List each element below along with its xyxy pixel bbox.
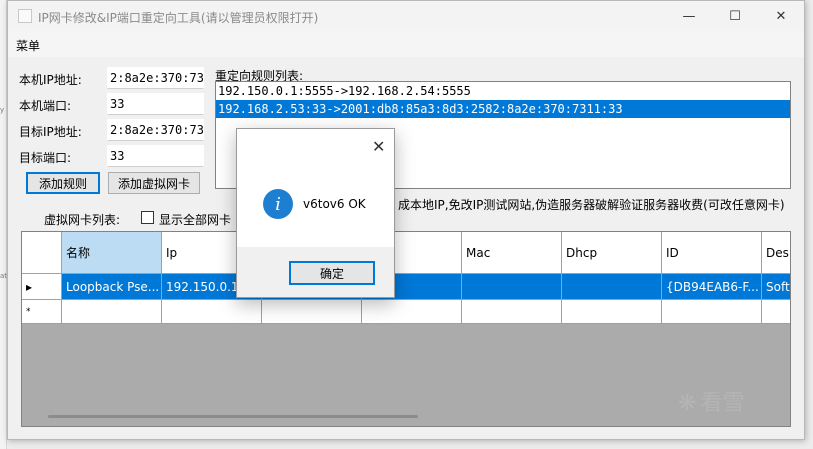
table-cell-name[interactable]: Loopback Pse...: [62, 274, 162, 300]
menu-item-menu[interactable]: 菜单: [16, 37, 40, 54]
main-window: IP网卡修改&IP端口重定向工具(请以管理员权限打开) — ☐ ✕ 菜单 本机I…: [7, 0, 805, 440]
list-item-selected[interactable]: 192.168.2.53:33->2001:db8:85a3:8d3:2582:…: [216, 100, 790, 118]
new-row-icon: *: [26, 307, 31, 317]
column-header-dhcp[interactable]: Dhcp: [562, 232, 662, 274]
new-row-cell[interactable]: [462, 300, 562, 324]
ok-button[interactable]: 确定: [289, 261, 375, 285]
app-icon: [18, 9, 32, 23]
local-ip-input[interactable]: 2:8a2e:370:7311: [107, 67, 204, 89]
new-row-cell[interactable]: [562, 300, 662, 324]
column-header-id[interactable]: ID: [662, 232, 762, 274]
show-all-nics-label: 显示全部网卡: [159, 213, 232, 227]
edge-text-b: at: [0, 272, 8, 280]
minimize-icon: —: [682, 8, 696, 24]
snowflake-icon: ❋: [678, 391, 697, 416]
table-cell-id[interactable]: {DB94EAB6-F...: [662, 274, 762, 300]
description-text: 成本地IP,免改IP测试网站,伪造服务器破解验证服务器收费(可改任意网卡): [398, 198, 785, 212]
column-header-mac[interactable]: Mac: [462, 232, 562, 274]
current-row-icon: ▸: [26, 280, 33, 294]
dialog-message: v6tov6 OK: [303, 197, 366, 211]
info-icon-glyph: i: [275, 193, 281, 215]
target-ip-label: 目标IP地址:: [19, 125, 82, 139]
virtual-nic-grid[interactable]: 名称 Ip Mac Dhcp ID Des ▸ Loopback Pse... …: [21, 231, 791, 427]
new-row-cell[interactable]: [762, 300, 790, 324]
maximize-button[interactable]: ☐: [712, 1, 758, 31]
add-virtual-nic-button[interactable]: 添加虚拟网卡: [108, 172, 200, 194]
message-dialog: ✕ i v6tov6 OK 确定: [236, 128, 395, 298]
column-header-name[interactable]: 名称: [62, 232, 162, 274]
grid-horizontal-scrollbar[interactable]: [48, 415, 418, 418]
dialog-close-button[interactable]: ✕: [372, 137, 385, 156]
table-cell-dhcp[interactable]: [562, 274, 662, 300]
dialog-footer: 确定: [237, 247, 394, 297]
new-row-cell[interactable]: [62, 300, 162, 324]
table-cell-des[interactable]: Soft: [762, 274, 790, 300]
new-row-cell[interactable]: [662, 300, 762, 324]
close-icon: ✕: [372, 137, 386, 156]
new-row-cell[interactable]: [262, 300, 362, 324]
new-row-cell[interactable]: [162, 300, 262, 324]
target-port-label: 目标端口:: [19, 151, 72, 165]
column-header-des[interactable]: Des: [762, 232, 790, 274]
close-icon: ✕: [775, 8, 787, 24]
list-item[interactable]: 192.150.0.1:5555->192.168.2.54:5555: [216, 82, 790, 100]
background-window-edge: y at: [0, 0, 7, 449]
close-window-button[interactable]: ✕: [758, 1, 804, 31]
minimize-button[interactable]: —: [666, 1, 712, 31]
target-port-input[interactable]: 33: [107, 145, 204, 167]
show-all-nics-checkbox[interactable]: [141, 211, 154, 224]
watermark: ❋ 看雪: [678, 385, 744, 417]
title-bar[interactable]: IP网卡修改&IP端口重定向工具(请以管理员权限打开) — ☐ ✕: [8, 1, 804, 31]
row-header[interactable]: ▸: [22, 274, 62, 300]
new-row-cell[interactable]: [362, 300, 462, 324]
info-icon: i: [263, 189, 293, 219]
local-ip-label: 本机IP地址:: [19, 73, 82, 87]
local-port-input[interactable]: 33: [107, 93, 204, 115]
virtual-nic-list-label: 虚拟网卡列表:: [44, 213, 121, 227]
new-row-header[interactable]: *: [22, 300, 62, 324]
target-ip-input[interactable]: 2:8a2e:370:7311: [107, 119, 204, 141]
maximize-icon: ☐: [729, 8, 741, 24]
edge-text-a: y: [0, 106, 5, 114]
table-cell-mac[interactable]: [462, 274, 562, 300]
window-title: IP网卡修改&IP端口重定向工具(请以管理员权限打开): [38, 11, 319, 25]
grid-corner-header[interactable]: [22, 232, 62, 274]
menu-bar: 菜单: [8, 31, 804, 57]
local-port-label: 本机端口:: [19, 99, 72, 113]
watermark-text: 看雪: [700, 391, 745, 416]
add-rule-button[interactable]: 添加规则: [26, 172, 100, 194]
